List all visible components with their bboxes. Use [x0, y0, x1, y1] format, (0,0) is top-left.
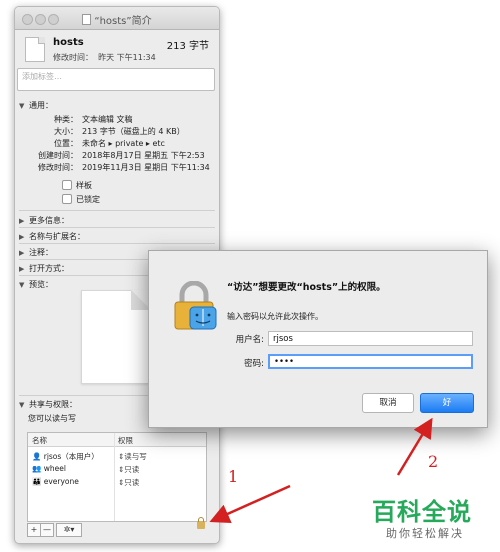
annotation-number-2: 2 — [428, 452, 439, 471]
watermark-title: 百科全说 — [372, 498, 472, 526]
watermark-subtitle: 助你轻松解决 — [386, 527, 464, 540]
annotation-number-1: 1 — [228, 467, 239, 486]
annotation-arrow-1 — [209, 484, 291, 524]
annotation-arrows — [209, 417, 433, 524]
annotation-arrow-2 — [396, 417, 433, 476]
